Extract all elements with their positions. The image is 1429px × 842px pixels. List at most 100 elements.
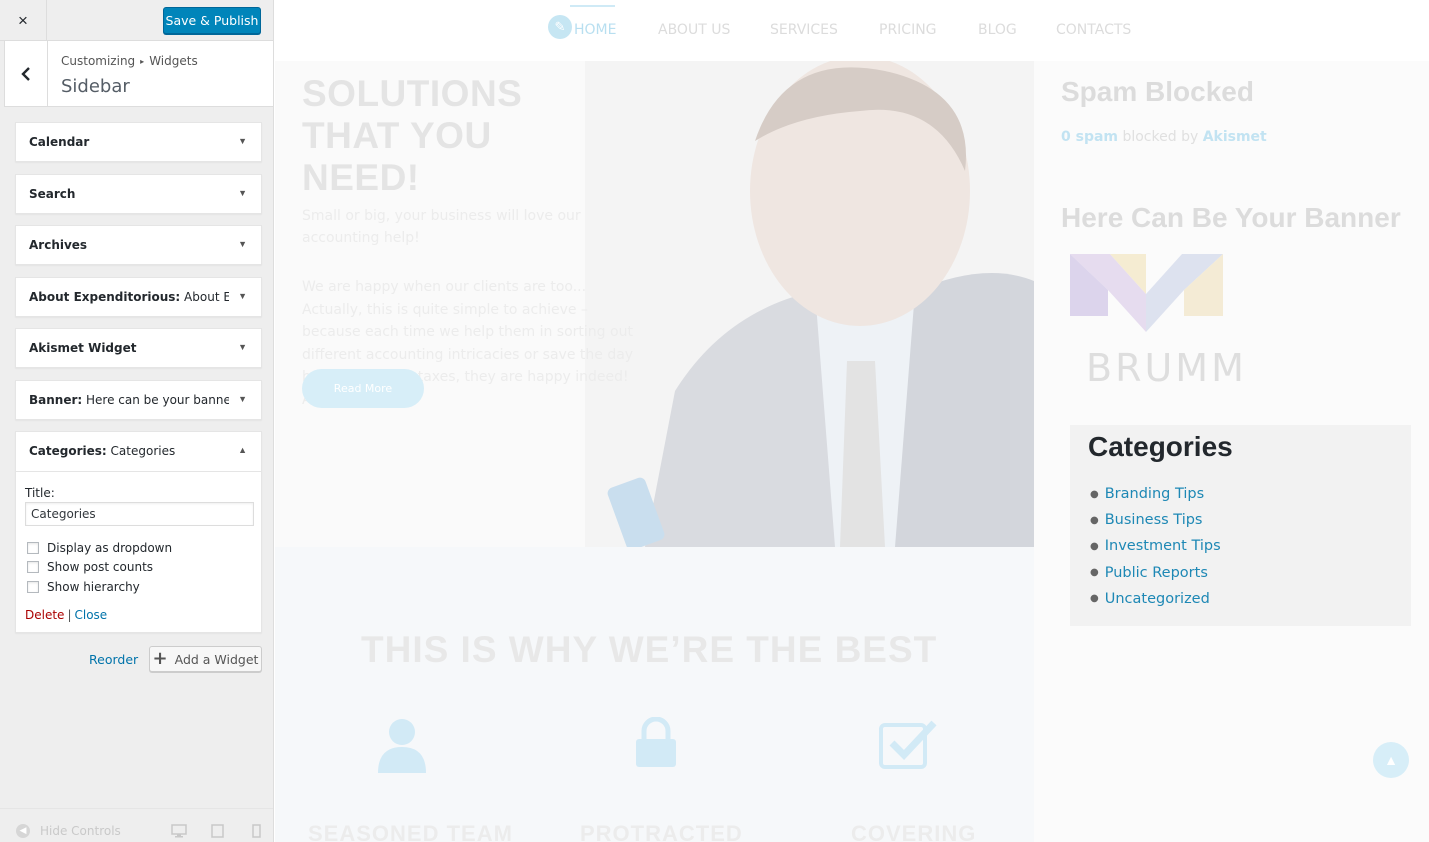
hero-headline: SOLUTIONS THAT YOU NEED! — [302, 73, 595, 199]
widget-subtitle: Categories — [106, 444, 176, 458]
categories-title: Categories — [1088, 431, 1233, 462]
tablet-preview-icon[interactable] — [210, 824, 226, 838]
breadcrumb-customizing: Customizing — [61, 54, 136, 68]
checkbox-icon — [879, 720, 937, 769]
back-button[interactable] — [5, 41, 48, 106]
category-link[interactable]: Branding Tips — [1105, 486, 1204, 502]
mobile-preview-icon[interactable] — [249, 824, 265, 838]
hierarchy-option[interactable]: Show hierarchy — [27, 577, 252, 597]
hide-controls-label: Hide Controls — [40, 824, 121, 838]
widget-categories-header[interactable]: Categories: Categories ▲ — [16, 432, 261, 472]
brumm-wordmark: BRUMM — [1086, 346, 1247, 390]
site-nav: ✎ HOME ABOUT US SERVICES PRICING BLOG CO… — [275, 0, 1429, 61]
nav-contacts[interactable]: CONTACTS — [1056, 22, 1131, 38]
hierarchy-checkbox[interactable] — [27, 580, 39, 593]
category-link[interactable]: Business Tips — [1105, 512, 1203, 528]
categories-widget: Categories ● Branding Tips ● Business Tips… — [1070, 425, 1411, 626]
post-counts-option[interactable]: Show post counts — [27, 558, 252, 578]
bullet-icon: ● — [1090, 488, 1099, 500]
nav-about-us[interactable]: ABOUT US — [658, 22, 730, 38]
customizer-footer: ◀ Hide Controls — [0, 808, 273, 842]
bullet-icon: ● — [1090, 540, 1099, 552]
caret-down-icon[interactable]: ▼ — [238, 239, 247, 249]
caret-down-icon[interactable]: ▼ — [238, 188, 247, 198]
widget-title: Search — [29, 187, 229, 201]
caret-down-icon[interactable]: ▼ — [238, 342, 247, 352]
action-separator: | — [67, 607, 72, 622]
widget-about[interactable]: About Expenditorious: About Ex... ▼ — [15, 276, 262, 317]
category-link[interactable]: Uncategorized — [1105, 591, 1210, 607]
businessman-illustration — [585, 61, 1034, 547]
widget-name: Categories: — [29, 444, 107, 458]
save-publish-button[interactable]: Save & Publish — [163, 7, 261, 34]
scroll-to-top-icon[interactable]: ▲ — [1373, 742, 1409, 778]
nav-blog[interactable]: BLOG — [978, 22, 1017, 38]
section-title: Customizing ▸ Widgets Sidebar — [4, 41, 273, 107]
widget-name: Search — [29, 186, 76, 201]
close-icon[interactable]: × — [0, 0, 47, 41]
nav-services[interactable]: SERVICES — [770, 22, 838, 38]
add-widget-button[interactable]: + Add a Widget — [149, 646, 262, 672]
add-widget-label: Add a Widget — [174, 651, 259, 667]
customizer-header: × Save & Publish — [0, 0, 273, 41]
title-field[interactable] — [25, 502, 254, 526]
widget-name: About Expenditorious: — [29, 289, 181, 304]
widget-title: Akismet Widget — [29, 341, 229, 355]
widget-name: Calendar — [29, 135, 90, 149]
dropdown-checkbox-label[interactable]: Display as dropdown — [47, 541, 172, 555]
delete-link[interactable]: Delete — [25, 608, 64, 622]
edit-shortcut-icon[interactable]: ✎ — [548, 15, 572, 39]
caret-down-icon[interactable]: ▼ — [238, 394, 247, 404]
hide-controls-button[interactable]: ◀ Hide Controls — [16, 824, 121, 838]
spam-stats: 0 spam blocked by Akismet — [1061, 129, 1267, 145]
hero-intro: Small or big, your business will love ou… — [302, 208, 581, 246]
feature-covering: COVERING — [851, 821, 977, 842]
widget-form: Title: Display as dropdown Show post cou… — [16, 472, 261, 632]
nav-home[interactable]: HOME — [574, 22, 616, 38]
feature-protracted: PROTRACTED — [580, 821, 743, 842]
widget-search[interactable]: Search ▼ — [15, 173, 262, 214]
chevron-left-icon — [21, 66, 30, 81]
dropdown-option[interactable]: Display as dropdown — [27, 538, 252, 558]
hero-photo — [585, 61, 1034, 547]
customizer-panel: × Save & Publish Customizing ▸ Widgets Sid… — [0, 0, 274, 842]
banner-title: Here Can Be Your Banner — [1061, 202, 1401, 233]
collapse-icon: ◀ — [16, 824, 30, 838]
widget-title: About Expenditorious: About Ex... — [29, 290, 229, 304]
widget-name: Akismet Widget — [29, 341, 137, 355]
checkbox-group: Display as dropdown Show post counts Sho… — [25, 538, 252, 597]
title-field-label: Title: — [25, 486, 55, 500]
site-preview: ✎ HOME ABOUT US SERVICES PRICING BLOG CO… — [275, 0, 1429, 842]
dropdown-checkbox[interactable] — [27, 541, 39, 554]
category-link[interactable]: Investment Tips — [1105, 538, 1221, 554]
post-counts-checkbox[interactable] — [27, 561, 39, 574]
widget-name: Archives — [29, 238, 88, 252]
breadcrumb: Customizing ▸ Widgets — [61, 54, 198, 68]
nav-pricing[interactable]: PRICING — [879, 22, 937, 38]
widget-archives[interactable]: Archives ▼ — [15, 225, 262, 265]
breadcrumb-separator: ▸ — [140, 57, 145, 66]
caret-down-icon[interactable]: ▼ — [238, 136, 247, 146]
reorder-link[interactable]: Reorder — [89, 652, 138, 667]
widget-list-actions: Reorder + Add a Widget — [15, 646, 262, 672]
close-link[interactable]: Close — [74, 608, 107, 622]
list-item: ● Business Tips — [1090, 507, 1221, 533]
caret-down-icon[interactable]: ▼ — [238, 291, 247, 301]
read-more-button[interactable]: Read More — [302, 369, 424, 408]
categories-list: ● Branding Tips ● Business Tips ● Investmen… — [1090, 481, 1221, 612]
headline-line-1: SOLUTIONS — [302, 73, 523, 114]
hierarchy-checkbox-label[interactable]: Show hierarchy — [47, 580, 140, 594]
headline-line-2: THAT YOU NEED! — [302, 115, 492, 198]
widget-banner[interactable]: Banner: Here can be your banner ▼ — [15, 379, 262, 420]
widget-title: Categories: Categories — [29, 444, 229, 458]
post-counts-checkbox-label[interactable]: Show post counts — [47, 560, 153, 574]
akismet-link[interactable]: Akismet — [1203, 129, 1267, 145]
widget-calendar[interactable]: Calendar ▼ — [15, 122, 262, 162]
list-item: ● Uncategorized — [1090, 586, 1221, 612]
desktop-preview-icon[interactable] — [171, 824, 187, 838]
caret-up-icon[interactable]: ▲ — [238, 445, 247, 455]
widget-akismet[interactable]: Akismet Widget ▼ — [15, 328, 262, 368]
bullet-icon: ● — [1090, 514, 1099, 526]
category-link[interactable]: Public Reports — [1105, 565, 1208, 581]
why-best-title: THIS IS WHY WE’RE THE BEST — [361, 629, 938, 670]
